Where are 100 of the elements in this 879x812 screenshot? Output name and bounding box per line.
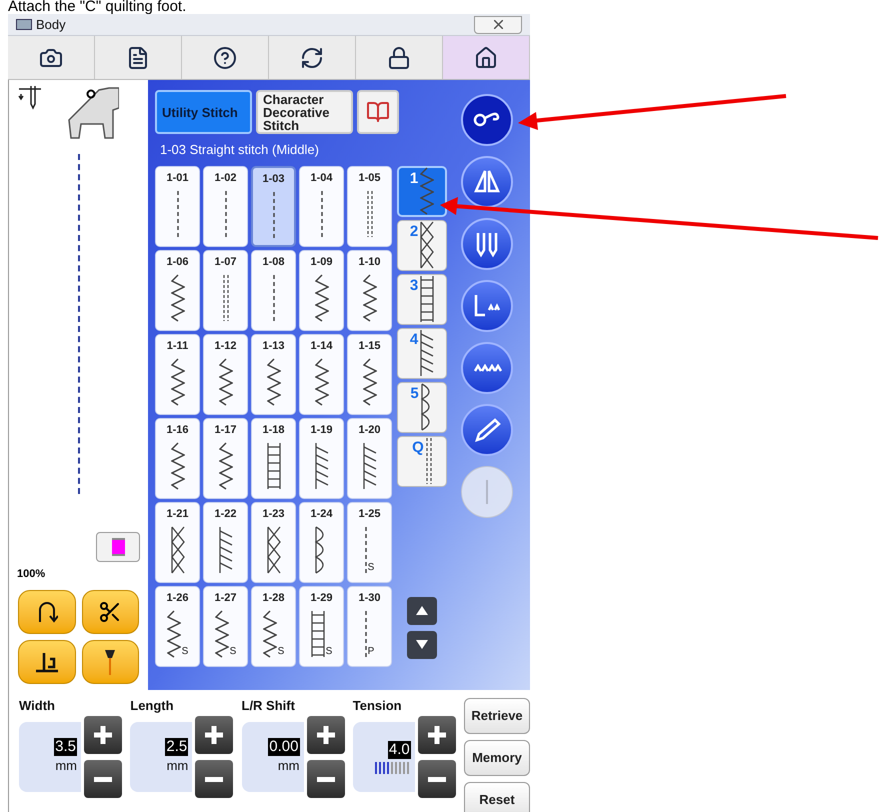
zoom-level: 100% [16,566,46,582]
stitch-pattern-button[interactable]: 1-12 [203,334,248,414]
increase-button[interactable] [306,716,344,754]
stitch-pattern-button[interactable]: 1-22 [203,502,248,582]
stitch-pattern-icon [364,525,367,575]
setting-unit: mm [278,757,300,776]
down-triangle-icon [416,640,428,649]
decrease-button[interactable] [306,760,344,798]
pattern-category-tab[interactable]: 4 [397,328,447,378]
stitch-pattern-icon [218,441,232,491]
minus-icon [316,776,334,782]
decrease-button[interactable] [84,760,122,798]
stitch-pattern-icon [266,357,280,407]
stitch-pattern-icon [170,525,184,575]
setting-value: 2.5 [165,738,188,756]
plus-icon [316,726,334,744]
scroll-down-button[interactable] [407,630,437,658]
minus-icon [94,776,112,782]
stitch-pattern-button[interactable]: 1-20 [347,418,392,498]
stitch-pattern-icon [362,441,376,491]
stitch-pattern-button[interactable]: 1-17 [203,418,248,498]
stitch-pattern-icon [222,273,228,323]
stitch-pattern-icon [420,274,434,324]
action-button[interactable]: Memory [464,740,530,776]
stitch-pattern-button[interactable]: 1-15 [347,334,392,414]
stitch-pattern-button[interactable]: 1-06 [155,250,200,330]
reverse-stitch-button[interactable] [18,590,76,634]
function-button[interactable] [461,342,513,394]
pattern-category-tab[interactable]: Q [397,436,447,486]
stitch-pattern-button[interactable]: 1-19 [299,418,344,498]
stitch-pattern-button[interactable]: 1-28 S [251,586,296,666]
stitch-pattern-button[interactable]: 1-07 [203,250,248,330]
pattern-category-tab[interactable]: 1 [397,166,447,216]
function-button[interactable] [461,156,513,208]
close-button[interactable] [474,16,522,34]
scroll-up-button[interactable] [407,596,437,624]
pattern-category-tab[interactable]: 2 [397,220,447,270]
stitch-pattern-icon [310,609,325,659]
stitch-pattern-icon [420,166,434,216]
stitch-pattern-button[interactable]: 1-25 S [347,502,392,582]
stitch-pattern-button[interactable]: 1-21 [155,502,200,582]
up-triangle-icon [416,606,428,615]
stitch-pattern-button[interactable]: 1-18 [251,418,296,498]
spool-icon [112,538,124,556]
function-button[interactable] [461,280,513,332]
setting-label: Tension [352,697,403,715]
stitch-pattern-button[interactable]: 1-16 [155,418,200,498]
thread-color-button[interactable] [96,532,140,562]
function-button[interactable] [461,404,513,456]
decrease-button[interactable] [195,760,234,798]
toolbar-button[interactable] [269,36,356,79]
catalog-button[interactable] [357,90,399,134]
stitch-pattern-icon [364,609,367,659]
stitch-pattern-button[interactable]: 1-29 S [299,586,344,666]
instruction-caption: Attach the "C" quilting foot. [7,0,188,14]
stitch-pattern-button[interactable]: 1-27 S [203,586,248,666]
increase-button[interactable] [195,716,234,754]
pattern-category-tab[interactable]: 5 [397,382,447,432]
action-button[interactable]: Reset [464,782,530,812]
needle-position-button[interactable] [82,640,139,684]
thread-cutter-button[interactable] [82,590,139,634]
stitch-pattern-button[interactable]: 1-01 [155,166,200,246]
stitch-pattern-button[interactable]: 1-09 [299,250,344,330]
pattern-category-tab[interactable]: 3 [397,274,447,324]
stitch-pattern-button[interactable]: 1-08 [251,250,296,330]
action-button[interactable]: Retrieve [464,698,530,734]
stitch-pattern-icon [314,273,328,323]
toolbar-button[interactable] [182,36,269,79]
stitch-pattern-button[interactable]: 1-14 [299,334,344,414]
increase-button[interactable] [84,716,122,754]
presser-foot-lever-button[interactable] [18,640,76,684]
stitch-pattern-button[interactable]: 1-02 [203,166,248,246]
toolbar-button[interactable] [356,36,443,79]
stitch-pattern-icon [218,525,232,575]
stitch-pattern-button[interactable]: 1-23 [251,502,296,582]
decrease-button[interactable] [418,760,456,798]
stitch-pattern-button[interactable]: 1-11 [155,334,200,414]
stitch-pattern-icon [266,525,280,575]
stitch-pattern-button[interactable]: 1-13 [251,334,296,414]
stitch-pattern-icon [166,609,181,659]
needle-icon [104,648,116,676]
stitch-suffix: S [230,645,236,659]
stitch-pattern-button[interactable]: 1-26 S [155,586,200,666]
presser-foot-icon [34,651,60,673]
toolbar-button[interactable] [443,36,530,79]
home-icon [474,46,498,70]
stitch-pattern-button[interactable]: 1-24 [299,502,344,582]
category-tab[interactable]: Utility Stitch [155,90,252,134]
stitch-pattern-button[interactable]: 1-03 [251,166,296,246]
stitch-pattern-button[interactable]: 1-10 [347,250,392,330]
increase-button[interactable] [418,716,456,754]
function-button[interactable] [461,94,513,146]
stitch-pattern-button[interactable]: 1-04 [299,166,344,246]
toolbar-button[interactable] [95,36,182,79]
function-button[interactable] [461,218,513,270]
toolbar-button[interactable] [8,36,95,79]
category-tab[interactable]: Character Decorative Stitch [256,90,353,134]
stitch-pattern-button[interactable]: 1-05 [347,166,392,246]
stitch-pattern-icon [426,436,432,486]
stitch-pattern-button[interactable]: 1-30 P [347,586,392,666]
